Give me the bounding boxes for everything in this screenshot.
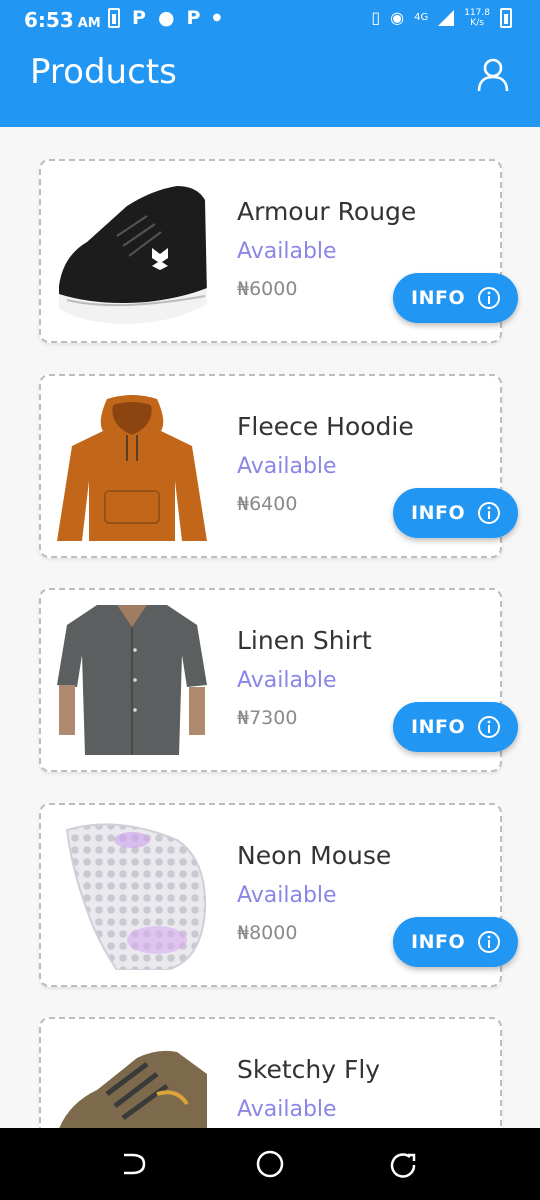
product-status: Available <box>237 668 337 693</box>
product-price: ₦6000 <box>237 278 298 300</box>
info-button[interactable]: INFO <box>393 917 518 967</box>
p-app-icon: P <box>132 7 146 29</box>
status-bar: 6:53 AM P ● P ● ▯ ◉ 4G 117.8 K/s <box>0 0 540 38</box>
info-circle-icon <box>478 502 500 524</box>
product-name: Neon Mouse <box>237 841 392 870</box>
ampm-text: AM <box>77 16 101 31</box>
product-list[interactable]: Armour Rouge Available ₦6000 INFO Fleece… <box>0 127 540 1128</box>
network-type: 4G <box>414 12 429 23</box>
app-bar: 6:53 AM P ● P ● ▯ ◉ 4G 117.8 K/s Products <box>0 0 540 127</box>
product-image <box>57 820 207 970</box>
product-status: Available <box>237 1097 337 1122</box>
product-card[interactable]: Sketchy Fly Available <box>39 1017 502 1128</box>
time-text: 6:53 <box>24 8 74 32</box>
product-image <box>57 391 207 541</box>
product-name: Fleece Hoodie <box>237 412 414 441</box>
speed-unit: K/s <box>470 18 484 28</box>
battery-icon <box>500 8 512 28</box>
product-image <box>57 176 207 326</box>
vibrate-icon: ▯ <box>371 8 381 27</box>
info-circle-icon <box>478 287 500 309</box>
product-image <box>57 1034 207 1128</box>
info-circle-icon <box>478 716 500 738</box>
more-dot-icon: ● <box>212 12 222 23</box>
product-card[interactable]: Armour Rouge Available ₦6000 INFO <box>39 159 518 343</box>
product-image <box>57 605 207 755</box>
info-button-label: INFO <box>411 287 466 309</box>
status-time: 6:53 AM <box>24 8 101 32</box>
signal-icon <box>438 10 455 26</box>
hotspot-icon: ◉ <box>390 8 405 27</box>
info-button-label: INFO <box>411 716 466 738</box>
system-icons: ▯ ◉ 4G 117.8 K/s <box>371 6 512 30</box>
product-status: Available <box>237 454 337 479</box>
product-card[interactable]: Fleece Hoodie Available ₦6400 INFO <box>39 374 518 558</box>
product-price: ₦6400 <box>237 493 298 515</box>
info-button-label: INFO <box>411 502 466 524</box>
home-icon[interactable] <box>255 1149 285 1179</box>
speed-indicator: 117.8 K/s <box>464 8 490 28</box>
product-price: ₦8000 <box>237 922 298 944</box>
speed-value: 117.8 <box>464 8 490 18</box>
battery-saver-icon <box>108 8 120 28</box>
product-price: ₦7300 <box>237 707 298 729</box>
back-icon[interactable] <box>118 1149 148 1179</box>
notification-icons: P ● P ● <box>108 6 221 30</box>
product-card[interactable]: Linen Shirt Available ₦7300 INFO <box>39 588 518 772</box>
info-button[interactable]: INFO <box>393 488 518 538</box>
product-card[interactable]: Neon Mouse Available ₦8000 INFO <box>39 803 518 987</box>
product-name: Linen Shirt <box>237 626 372 655</box>
product-status: Available <box>237 883 337 908</box>
p-app-icon-2: P <box>186 7 201 29</box>
product-status: Available <box>237 239 337 264</box>
info-button[interactable]: INFO <box>393 702 518 752</box>
profile-button[interactable] <box>474 56 512 94</box>
system-nav-bar <box>0 1128 540 1200</box>
info-button-label: INFO <box>411 931 466 953</box>
product-name: Armour Rouge <box>237 197 417 226</box>
product-name: Sketchy Fly <box>237 1055 381 1084</box>
page-title: Products <box>30 52 177 92</box>
user-icon <box>477 58 509 92</box>
chat-icon: ● <box>157 7 175 29</box>
recents-icon[interactable] <box>388 1149 418 1179</box>
info-circle-icon <box>478 931 500 953</box>
info-button[interactable]: INFO <box>393 273 518 323</box>
